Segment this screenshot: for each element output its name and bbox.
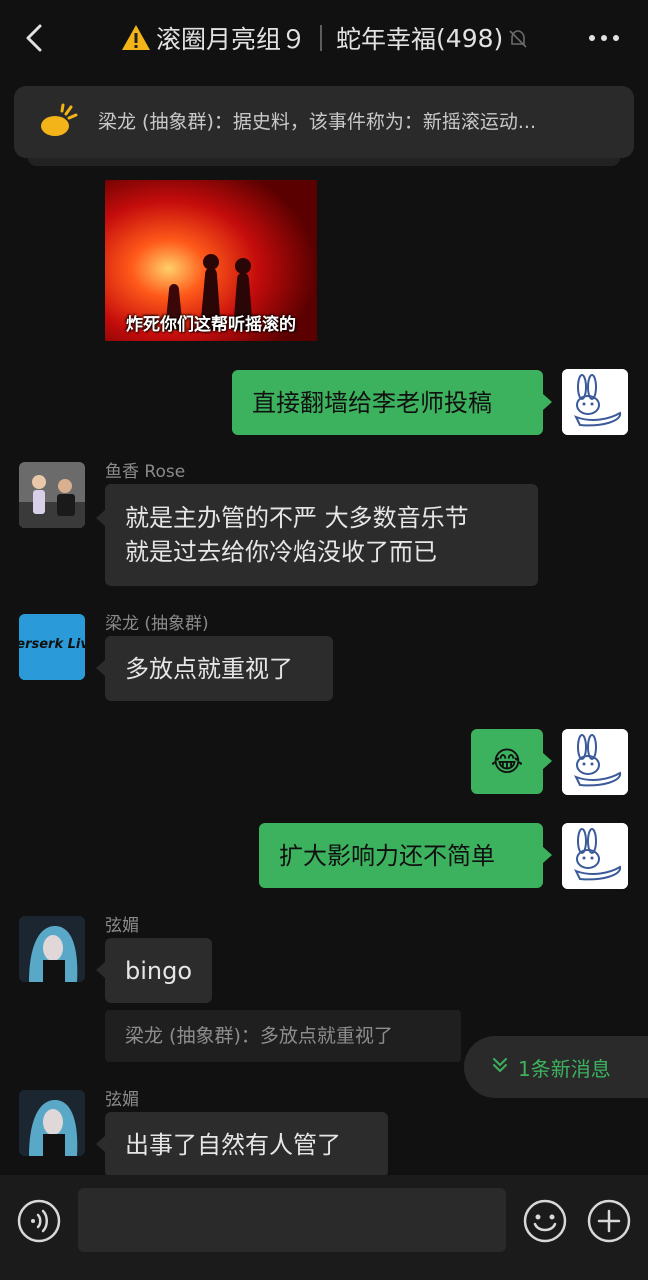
pinned-message[interactable]: 梁龙 (抽象群)：据史料，该事件称为：新摇滚运动... bbox=[14, 86, 634, 158]
group-name: 滚圈月亮组９ bbox=[156, 25, 307, 54]
more-icon[interactable] bbox=[584, 24, 624, 52]
plus-icon[interactable] bbox=[587, 1199, 631, 1243]
emoji-icon[interactable] bbox=[523, 1199, 567, 1243]
sender-name: 鱼香 Rose bbox=[105, 462, 186, 482]
bubble-tail bbox=[96, 660, 105, 676]
message-text-line: 就是主办管的不严 大多数音乐节 bbox=[125, 504, 469, 532]
avatar-logo-text: Berserk Live bbox=[19, 637, 85, 652]
message-text-line: 就是过去给你冷焰没收了而已 bbox=[125, 538, 437, 566]
chat-title: 滚圈月亮组９ 蛇年幸福 (498) bbox=[120, 18, 560, 58]
new-messages-label: 1条新消息 bbox=[518, 1056, 611, 1081]
avatar[interactable]: Berserk Live bbox=[19, 614, 85, 680]
announcement-icon bbox=[38, 102, 78, 142]
message-text: 多放点就重视了 bbox=[125, 654, 293, 683]
avatar[interactable] bbox=[19, 916, 85, 982]
warning-icon bbox=[120, 22, 152, 54]
message-text: 直接翻墙给李老师投稿 bbox=[252, 388, 492, 417]
bubble-tail bbox=[96, 1136, 105, 1152]
laughing-crying-emoji-icon: 😂 bbox=[490, 744, 524, 778]
bubble-tail bbox=[96, 962, 105, 978]
message-bubble-sent[interactable]: 😂 bbox=[471, 729, 543, 794]
message-bubble-received[interactable]: 就是主办管的不严 大多数音乐节 就是过去给你冷焰没收了而已 bbox=[105, 484, 538, 586]
message-text: bingo bbox=[125, 956, 193, 985]
chevron-left-icon[interactable] bbox=[18, 20, 54, 56]
bubble-tail bbox=[96, 510, 105, 526]
avatar[interactable] bbox=[19, 1090, 85, 1156]
title-divider bbox=[320, 25, 323, 51]
member-count: (498) bbox=[436, 23, 504, 53]
bell-off-icon bbox=[507, 27, 529, 49]
message-input[interactable] bbox=[78, 1188, 506, 1252]
image-caption: 炸死你们这帮听摇滚的 bbox=[126, 315, 296, 335]
double-chevron-down-icon bbox=[490, 1055, 510, 1080]
new-messages-button[interactable]: 1条新消息 bbox=[464, 1036, 648, 1098]
message-text: 出事了自然有人管了 bbox=[125, 1130, 341, 1159]
avatar[interactable] bbox=[562, 369, 628, 435]
message-bubble-sent[interactable]: 直接翻墙给李老师投稿 bbox=[232, 370, 543, 435]
message-bubble-received[interactable]: bingo bbox=[105, 938, 212, 1003]
avatar[interactable] bbox=[19, 462, 85, 528]
pinned-shadow bbox=[28, 158, 620, 166]
avatar[interactable] bbox=[562, 823, 628, 889]
pinned-text: 梁龙 (抽象群)：据史料，该事件称为：新摇滚运动... bbox=[98, 111, 536, 133]
quoted-message[interactable]: 梁龙 (抽象群)：多放点就重视了 bbox=[105, 1010, 461, 1062]
sender-name: 梁龙 (抽象群) bbox=[105, 614, 209, 634]
message-text: 扩大影响力还不简单 bbox=[279, 841, 495, 870]
sender-name: 弦媚 bbox=[105, 1090, 139, 1110]
sender-name: 弦媚 bbox=[105, 916, 139, 936]
bubble-tail bbox=[543, 753, 552, 769]
message-bubble-sent[interactable]: 扩大影响力还不简单 bbox=[259, 823, 543, 888]
group-suffix: 蛇年幸福 bbox=[336, 25, 437, 54]
message-bubble-received[interactable]: 出事了自然有人管了 bbox=[105, 1112, 388, 1177]
bubble-tail bbox=[543, 394, 552, 410]
message-bubble-received[interactable]: 多放点就重视了 bbox=[105, 636, 333, 701]
image-message[interactable]: 炸死你们这帮听摇滚的 bbox=[105, 180, 317, 341]
bubble-tail bbox=[543, 847, 552, 863]
avatar[interactable] bbox=[562, 729, 628, 795]
voice-icon[interactable] bbox=[17, 1199, 61, 1243]
